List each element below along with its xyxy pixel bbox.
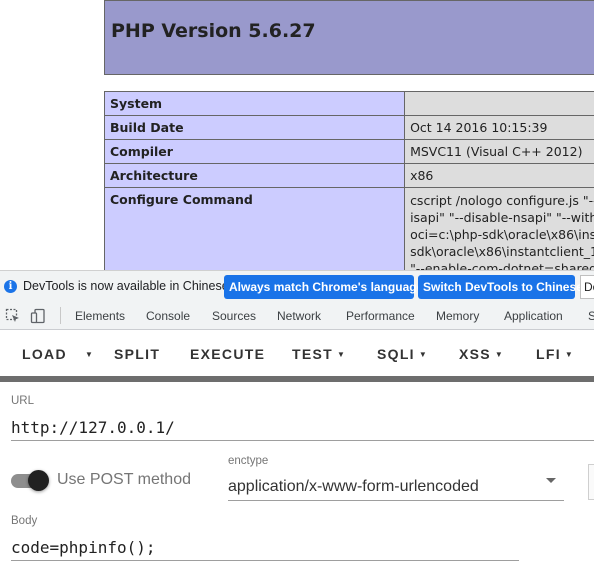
enctype-select[interactable]: application/x-www-form-urlencoded (228, 478, 479, 496)
enctype-underline (228, 500, 564, 501)
xss-menu-button[interactable]: XSS ▼ (459, 346, 504, 362)
dont-show-again-button[interactable]: Do (580, 275, 594, 299)
table-row: Compiler MSVC11 (Visual C++ 2012) (103, 139, 594, 164)
tab-elements[interactable]: Elements (75, 309, 125, 323)
sqli-label: SQLI (377, 346, 415, 362)
hackbar-toolbar: LOAD ▼ SPLIT EXECUTE TEST ▼ SQLI ▼ XSS ▼ LF… (0, 330, 594, 376)
row-label: System (103, 91, 406, 116)
tab-memory[interactable]: Memory (436, 309, 479, 323)
lfi-menu-button[interactable]: LFI ▼ (536, 346, 574, 362)
url-label: URL (11, 395, 35, 407)
phpinfo-page: PHP Version 5.6.27 System Build Date Oct… (0, 0, 594, 270)
xss-label: XSS (459, 346, 491, 362)
row-value: MSVC11 (Visual C++ 2012) (404, 139, 594, 164)
chevron-down-icon: ▼ (336, 350, 347, 359)
configure-line: sdk\oracle\x86\instantclient_1 (410, 244, 594, 259)
table-row: System (103, 91, 594, 116)
devtools-language-infobar: i DevTools is now available in Chinese! … (0, 270, 594, 301)
device-toolbar-icon[interactable] (30, 308, 46, 324)
configure-line: "--enable-com-dotnet=shared (410, 261, 594, 270)
post-toggle-knob[interactable] (28, 470, 49, 491)
table-row: Architecture x86 (103, 163, 594, 188)
side-panel-edge (588, 464, 594, 500)
tab-network[interactable]: Network (277, 309, 321, 323)
test-label: TEST (292, 346, 333, 362)
load-options-button[interactable]: ▼ (81, 346, 94, 362)
row-label: Configure Command (103, 187, 406, 270)
body-textarea[interactable]: code=phpinfo(); (11, 538, 156, 557)
switch-to-chinese-button[interactable]: Switch DevTools to Chinese (418, 275, 583, 299)
url-input[interactable]: http://127.0.0.1/ (11, 418, 175, 437)
chevron-down-icon: ▼ (564, 350, 575, 359)
execute-button[interactable]: EXECUTE (190, 346, 265, 362)
row-value: Oct 14 2016 10:15:39 (404, 115, 594, 140)
table-row: Configure Command cscript /nologo config… (103, 187, 594, 270)
load-button[interactable]: LOAD (22, 346, 67, 362)
body-label: Body (11, 515, 38, 527)
use-post-label: Use POST method (57, 471, 191, 488)
row-label: Compiler (103, 139, 406, 164)
chevron-down-icon: ▼ (85, 350, 95, 359)
configure-line: cscript /nologo configure.js "-- (410, 193, 594, 208)
php-header-banner: PHP Version 5.6.27 (104, 0, 594, 75)
enctype-label: enctype (228, 455, 269, 467)
tab-console[interactable]: Console (146, 309, 190, 323)
chevron-down-icon: ▼ (418, 350, 429, 359)
row-value-multiline: cscript /nologo configure.js "-- isapi" … (404, 187, 594, 270)
toolbar-separator (60, 307, 61, 324)
inspect-element-icon[interactable] (5, 308, 21, 324)
info-icon: i (4, 280, 17, 293)
split-button[interactable]: SPLIT (114, 346, 160, 362)
row-value (404, 91, 594, 116)
infobar-message: DevTools is now available in Chinese! (23, 279, 233, 293)
test-menu-button[interactable]: TEST ▼ (292, 346, 346, 362)
configure-line: oci=c:\php-sdk\oracle\x86\ins (410, 227, 594, 242)
tab-overflow[interactable]: S (588, 309, 594, 323)
sqli-menu-button[interactable]: SQLI ▼ (377, 346, 428, 362)
row-label: Architecture (103, 163, 406, 188)
url-underline (11, 440, 594, 441)
chevron-down-icon: ▼ (494, 350, 505, 359)
match-chrome-language-button[interactable]: Always match Chrome's language (224, 275, 423, 299)
toolbar-divider (0, 376, 594, 382)
tab-performance[interactable]: Performance (346, 309, 415, 323)
tab-application[interactable]: Application (504, 309, 563, 323)
row-label: Build Date (103, 115, 406, 140)
tab-sources[interactable]: Sources (212, 309, 256, 323)
php-info-table: System Build Date Oct 14 2016 10:15:39 C… (103, 91, 594, 270)
php-version-title: PHP Version 5.6.27 (111, 20, 316, 42)
row-value: x86 (404, 163, 594, 188)
lfi-label: LFI (536, 346, 561, 362)
configure-line: isapi" "--disable-nsapi" "--with (410, 210, 594, 225)
body-underline (11, 560, 519, 561)
table-row: Build Date Oct 14 2016 10:15:39 (103, 115, 594, 140)
devtools-tab-strip: Elements Console Sources Network Perform… (0, 301, 594, 330)
dropdown-arrow-icon[interactable] (546, 478, 556, 483)
